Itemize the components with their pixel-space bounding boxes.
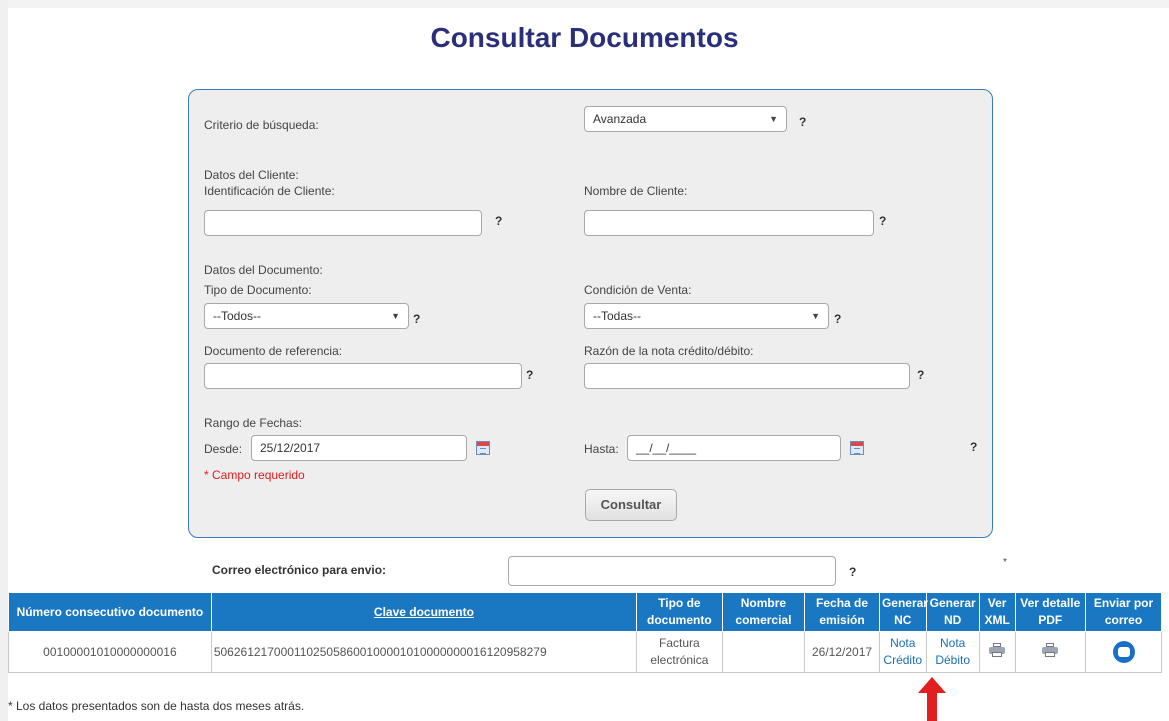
help-icon[interactable]: ? bbox=[495, 214, 502, 228]
chevron-down-icon: ▼ bbox=[391, 311, 400, 321]
nombre-cliente-input[interactable] bbox=[584, 210, 874, 236]
header-tipo: Tipo de documento bbox=[636, 592, 723, 632]
desde-date-input[interactable]: 25/12/2017 bbox=[251, 435, 467, 461]
header-nombre: Nombre comercial bbox=[721, 592, 806, 632]
criterio-value: Avanzada bbox=[593, 112, 647, 126]
documento-referencia-input[interactable] bbox=[204, 363, 522, 389]
tipo-documento-value: --Todos-- bbox=[213, 309, 262, 323]
cell-nombre bbox=[721, 631, 806, 673]
chevron-down-icon: ▼ bbox=[769, 114, 778, 124]
cell-pdf bbox=[1014, 631, 1087, 673]
identificacion-input[interactable] bbox=[204, 210, 482, 236]
printer-icon[interactable] bbox=[1042, 642, 1059, 657]
rango-fechas-label: Rango de Fechas: bbox=[204, 416, 303, 430]
nombre-cliente-label: Nombre de Cliente: bbox=[584, 184, 688, 198]
red-arrow-annotation-icon bbox=[918, 677, 946, 721]
cell-numero: 00100001010000000016 bbox=[8, 631, 212, 673]
cell-nc: Nota Crédito bbox=[878, 631, 927, 673]
header-generar-nc: Generar NC bbox=[878, 592, 928, 632]
search-panel: Criterio de búsqueda: Avanzada ▼ ? Datos… bbox=[188, 89, 993, 538]
nota-credito-link[interactable]: Nota Crédito bbox=[883, 636, 922, 667]
cell-fecha: 26/12/2017 bbox=[804, 631, 880, 673]
mail-icon[interactable] bbox=[1112, 641, 1135, 663]
help-icon[interactable]: ? bbox=[526, 368, 533, 382]
results-table: Número consecutivo documento Clave docum… bbox=[8, 592, 1162, 673]
header-generar-nd: Generar ND bbox=[925, 592, 980, 632]
help-icon[interactable]: ? bbox=[879, 214, 886, 228]
help-icon[interactable]: ? bbox=[849, 565, 856, 579]
table-row: 00100001010000000016 5062612170001102505… bbox=[8, 631, 1162, 673]
identificacion-label: Identificación de Cliente: bbox=[204, 184, 335, 198]
desde-label: Desde: bbox=[204, 442, 243, 456]
table-header-row: Número consecutivo documento Clave docum… bbox=[8, 592, 1162, 632]
calendar-icon[interactable] bbox=[476, 441, 490, 455]
calendar-icon[interactable] bbox=[850, 441, 864, 455]
header-numero: Número consecutivo documento bbox=[8, 592, 212, 632]
razon-nota-input[interactable] bbox=[584, 363, 910, 389]
help-icon[interactable]: ? bbox=[834, 312, 841, 326]
help-icon[interactable]: ? bbox=[917, 368, 924, 382]
footer-note: * Los datos presentados son de hasta dos… bbox=[8, 699, 305, 713]
chevron-down-icon: ▼ bbox=[811, 311, 820, 321]
condicion-venta-value: --Todas-- bbox=[593, 309, 642, 323]
condicion-venta-select[interactable]: --Todas-- ▼ bbox=[584, 303, 829, 329]
criterio-label: Criterio de búsqueda: bbox=[204, 118, 319, 132]
cell-clave: 5062612170001102505860010000101000000001… bbox=[210, 631, 638, 673]
help-icon[interactable]: ? bbox=[413, 312, 420, 326]
cell-xml bbox=[978, 631, 1016, 673]
consultar-button[interactable]: Consultar bbox=[585, 489, 677, 521]
datos-documento-label: Datos del Documento: bbox=[204, 263, 323, 277]
page-title: Consultar Documentos bbox=[430, 22, 739, 53]
header-clave-sort-link[interactable]: Clave documento bbox=[210, 592, 638, 632]
cell-enviar bbox=[1085, 631, 1162, 673]
header-ver-pdf: Ver detalle PDF bbox=[1014, 592, 1087, 632]
required-asterisk: * bbox=[1003, 557, 1007, 568]
cell-tipo: Factura electrónica bbox=[636, 631, 723, 673]
header-enviar: Enviar por correo bbox=[1085, 592, 1162, 632]
nota-debito-link[interactable]: Nota Débito bbox=[935, 636, 970, 667]
email-input[interactable] bbox=[508, 556, 836, 586]
required-note: * Campo requerido bbox=[204, 468, 305, 482]
cell-nd: Nota Débito bbox=[925, 631, 980, 673]
datos-cliente-label: Datos del Cliente: bbox=[204, 168, 299, 182]
help-icon[interactable]: ? bbox=[799, 115, 806, 129]
printer-icon[interactable] bbox=[989, 642, 1006, 657]
tipo-documento-label: Tipo de Documento: bbox=[204, 283, 312, 297]
left-edge bbox=[0, 0, 8, 721]
condicion-venta-label: Condición de Venta: bbox=[584, 283, 692, 297]
header-fecha: Fecha de emisión bbox=[804, 592, 880, 632]
criterio-select[interactable]: Avanzada ▼ bbox=[584, 106, 787, 132]
email-label: Correo electrónico para envio: bbox=[212, 563, 387, 577]
header-ver-xml: Ver XML bbox=[978, 592, 1016, 632]
hasta-date-input[interactable]: __/__/____ bbox=[627, 435, 841, 461]
top-edge bbox=[8, 0, 1169, 8]
documento-referencia-label: Documento de referencia: bbox=[204, 344, 343, 358]
help-icon[interactable]: ? bbox=[970, 440, 977, 454]
hasta-label: Hasta: bbox=[584, 442, 619, 456]
razon-nota-label: Razón de la nota crédito/débito: bbox=[584, 344, 754, 358]
tipo-documento-select[interactable]: --Todos-- ▼ bbox=[204, 303, 409, 329]
